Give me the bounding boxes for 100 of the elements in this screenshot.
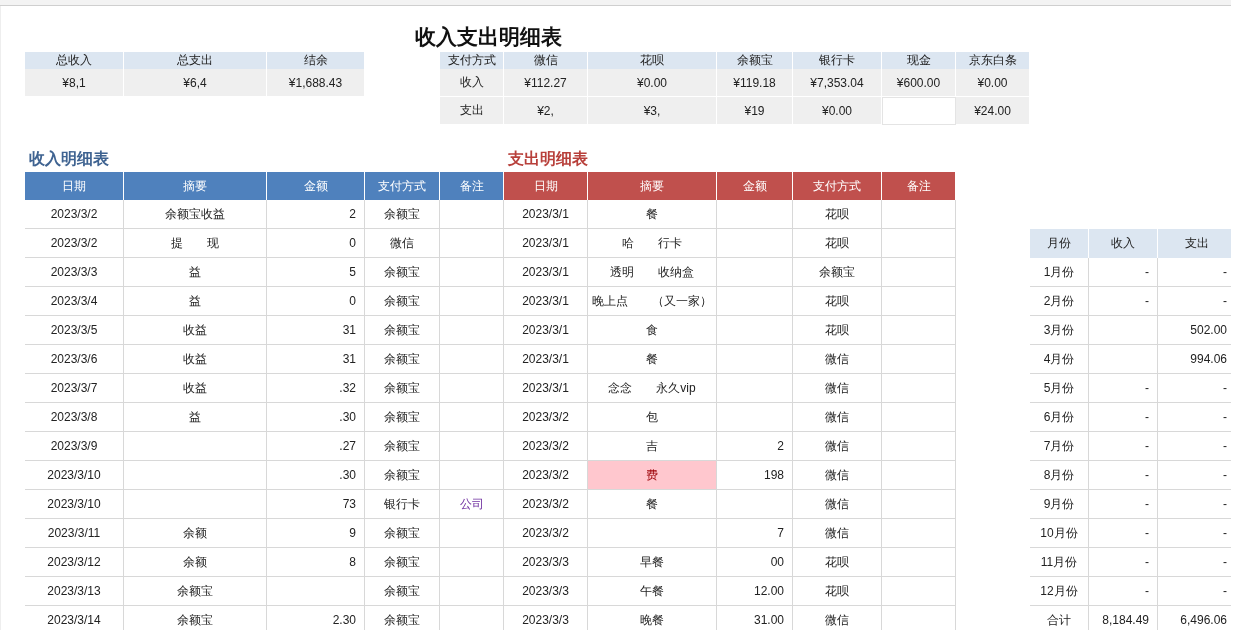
table-cell: 余额 — [124, 519, 267, 548]
table-cell: 2023/3/10 — [25, 461, 124, 490]
table-cell — [1089, 345, 1158, 374]
table-cell: 31 — [267, 345, 365, 374]
column-header: 支付方式 — [793, 172, 882, 200]
table-cell: .27 — [267, 432, 365, 461]
table-header-cell: 花呗 — [588, 52, 717, 69]
table-cell: 花呗 — [793, 316, 882, 345]
table-cell: 2023/3/3 — [504, 548, 588, 577]
table-cell: 8 — [267, 548, 365, 577]
table-cell — [440, 432, 504, 461]
table-cell: 费 — [588, 461, 717, 490]
table-cell: .30 — [267, 403, 365, 432]
table-cell: 2023/3/6 — [25, 345, 124, 374]
table-cell: 吉 — [588, 432, 717, 461]
table-cell: 提 现 — [124, 229, 267, 258]
row-label-cell: 支出 — [440, 97, 504, 125]
table-cell: 银行卡 — [365, 490, 440, 519]
table-cell: - — [1089, 258, 1158, 287]
column-header: 备注 — [882, 172, 956, 200]
table-cell: 收益 — [124, 316, 267, 345]
table-cell: 5 — [267, 258, 365, 287]
table-cell: - — [1089, 374, 1158, 403]
table-cell: 2023/3/8 — [25, 403, 124, 432]
table-cell: 2023/3/9 — [25, 432, 124, 461]
table-cell: 2023/3/1 — [504, 258, 588, 287]
table-header-cell: 京东白条 — [956, 52, 1030, 69]
table-cell: 余额宝 — [365, 258, 440, 287]
table-cell: 2023/3/13 — [25, 577, 124, 606]
table-header-cell: 银行卡 — [793, 52, 882, 69]
section-title: 收入明细表 — [28, 149, 110, 169]
table-cell: 3月份 — [1030, 316, 1089, 345]
column-header: 支出 — [1158, 229, 1231, 258]
section-title: 支出明细表 — [507, 149, 589, 169]
table-cell: 花呗 — [793, 200, 882, 229]
summary-header-cell: 总支出 — [124, 52, 267, 69]
table-cell: 余额宝 — [365, 577, 440, 606]
table-cell: ¥600.00 — [882, 69, 956, 97]
column-header: 收入 — [1089, 229, 1158, 258]
table-cell — [440, 548, 504, 577]
summary-header-cell: 总收入 — [25, 52, 124, 69]
table-cell: ¥0.00 — [793, 97, 882, 125]
table-cell: 2023/3/11 — [25, 519, 124, 548]
table-cell: 哈 行卡 — [588, 229, 717, 258]
table-cell: 2023/3/2 — [504, 403, 588, 432]
table-cell: ¥0.00 — [956, 69, 1030, 97]
table-cell: 2023/3/3 — [25, 258, 124, 287]
table-cell: 9 — [267, 519, 365, 548]
table-cell: 73 — [267, 490, 365, 519]
table-cell: 微信 — [793, 374, 882, 403]
column-header: 摘要 — [124, 172, 267, 200]
table-cell — [440, 519, 504, 548]
column-header: 月份 — [1030, 229, 1089, 258]
table-cell: 4月份 — [1030, 345, 1089, 374]
table-cell: 2023/3/2 — [504, 432, 588, 461]
column-header: 金额 — [717, 172, 793, 200]
table-cell: 食 — [588, 316, 717, 345]
table-cell: 2023/3/5 — [25, 316, 124, 345]
table-cell: 念念 永久vip — [588, 374, 717, 403]
table-cell: 2023/3/1 — [504, 200, 588, 229]
table-cell: - — [1089, 461, 1158, 490]
table-cell: 9月份 — [1030, 490, 1089, 519]
table-cell: 31 — [267, 316, 365, 345]
table-cell: 公司 — [440, 490, 504, 519]
table-cell — [440, 287, 504, 316]
table-cell: - — [1089, 548, 1158, 577]
table-cell: 微信 — [365, 229, 440, 258]
table-cell: 余额宝 — [365, 432, 440, 461]
table-cell: 微信 — [793, 490, 882, 519]
table-cell: 余额宝 — [365, 461, 440, 490]
table-cell: 午餐 — [588, 577, 717, 606]
table-cell: 5月份 — [1030, 374, 1089, 403]
table-cell: 微信 — [793, 345, 882, 374]
table-cell — [440, 316, 504, 345]
table-cell: - — [1089, 432, 1158, 461]
summary-value-cell: ¥6,4 — [124, 69, 267, 97]
table-cell: 2月份 — [1030, 287, 1089, 316]
table-cell: 透明 收纳盒 — [588, 258, 717, 287]
table-cell: 微信 — [793, 519, 882, 548]
table-cell: 微信 — [793, 461, 882, 490]
table-cell: 2 — [717, 432, 793, 461]
table-cell: 余额 — [124, 548, 267, 577]
table-cell: 餐 — [588, 490, 717, 519]
table-cell: 收益 — [124, 374, 267, 403]
column-header: 备注 — [440, 172, 504, 200]
table-cell: ¥3, — [588, 97, 717, 125]
table-cell — [440, 229, 504, 258]
table-header-cell: 余额宝 — [717, 52, 793, 69]
column-header: 日期 — [25, 172, 124, 200]
table-cell: 益 — [124, 258, 267, 287]
table-cell — [440, 403, 504, 432]
table-cell: - — [1089, 287, 1158, 316]
table-cell: 2023/3/2 — [504, 461, 588, 490]
table-cell: 198 — [717, 461, 793, 490]
table-cell: 2023/3/2 — [25, 200, 124, 229]
table-cell: 包 — [588, 403, 717, 432]
table-cell: 餐 — [588, 345, 717, 374]
table-cell: 早餐 — [588, 548, 717, 577]
table-cell: 1月份 — [1030, 258, 1089, 287]
table-cell: 余额宝收益 — [124, 200, 267, 229]
